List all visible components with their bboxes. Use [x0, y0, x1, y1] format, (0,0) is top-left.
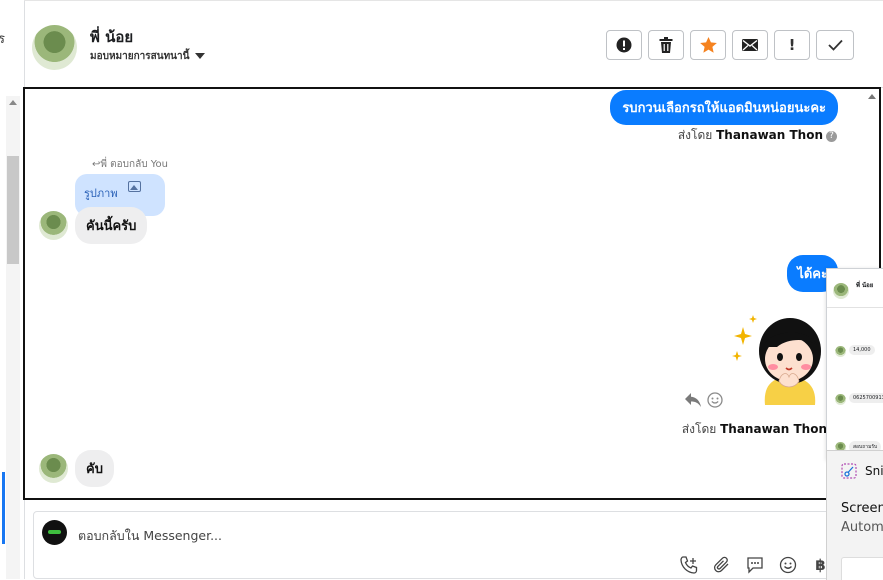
sidebar-scroll-thumb[interactable]: [7, 156, 19, 264]
assign-conversation-dropdown[interactable]: มอบหมายการสนทนานี้: [90, 49, 206, 64]
incoming-message[interactable]: คับ: [75, 450, 114, 487]
sidebar-scrollbar[interactable]: [6, 96, 20, 579]
saved-reply-icon[interactable]: [745, 555, 764, 574]
mini-message: 14,000: [849, 345, 875, 355]
outgoing-message[interactable]: รบกวนเลือกรถให้แอดมินหน่อยนะคะ: [610, 90, 838, 125]
screenshot-preview-popup[interactable]: พี่ น้อย 14,000 0625700913 สอบถามรับ: [826, 268, 883, 460]
alert-circle-icon: [616, 37, 632, 53]
star-button[interactable]: [690, 30, 726, 60]
incoming-message[interactable]: คันนี้ครับ: [75, 207, 148, 244]
caret-down-icon: [195, 53, 206, 59]
sent-by-prefix: ส่งโดย: [681, 422, 717, 436]
contact-name[interactable]: พี่ น้อย: [90, 25, 133, 49]
trash-icon: [659, 37, 673, 53]
star-icon: [699, 37, 717, 53]
notification-subtext: Automatically saved to screenshots folde…: [841, 520, 883, 535]
conversation-toolbar: !: [606, 30, 854, 60]
message-composer[interactable]: ตอบกลับใน Messenger... ฿: [33, 511, 883, 579]
conversation-header: พี่ น้อย มอบหมายการสนทนานี้ !: [24, 0, 883, 88]
reply-input[interactable]: ตอบกลับใน Messenger...: [78, 526, 222, 546]
reply-icon[interactable]: [685, 393, 701, 407]
help-circle-icon[interactable]: ?: [826, 131, 837, 142]
sent-by-prefix: ส่งโดย: [677, 128, 713, 142]
notification-message: Screenshot copied to clipboard: [841, 501, 883, 516]
contact-avatar-small[interactable]: [39, 211, 68, 240]
selected-conversation-indicator: [2, 472, 5, 544]
contact-avatar[interactable]: [32, 25, 77, 70]
sent-by-label: ส่งโดย Thanawan Thon?: [678, 126, 837, 145]
notification-action-button[interactable]: [841, 557, 883, 580]
sparkle-icon: [732, 315, 757, 361]
message-thread[interactable]: รบกวนเลือกรถให้แอดมินหน่อยนะคะ ส่งโดย Th…: [23, 87, 881, 500]
composer-toolbar: ฿: [679, 555, 830, 574]
left-sidebar: ร: [0, 0, 25, 579]
girl-sticker-image[interactable]: [729, 307, 829, 407]
phone-add-icon[interactable]: [679, 555, 698, 574]
mini-header: พี่ น้อย: [827, 269, 883, 308]
emoji-icon[interactable]: [778, 555, 797, 574]
envelope-icon: [742, 39, 758, 51]
reply-card-label: รูปภาพ: [84, 187, 118, 200]
assign-label: มอบหมายการสนทนานี้: [90, 51, 190, 62]
sender-name: Thanawan Thon: [716, 128, 823, 142]
delete-button[interactable]: [648, 30, 684, 60]
scissors-icon: [841, 463, 857, 479]
mark-done-button[interactable]: [816, 30, 854, 60]
mini-avatar: [835, 346, 846, 357]
reply-note-text: พี่ ตอบกลับ You: [100, 159, 168, 170]
snipping-tool-notification[interactable]: Snipping Tool Screenshot copied to clipb…: [826, 450, 883, 580]
reply-context-note: ↩พี่ ตอบกลับ You: [92, 157, 168, 172]
message-actions: [685, 392, 723, 408]
spam-button[interactable]: !: [774, 30, 810, 60]
mini-avatar: [833, 283, 849, 299]
image-icon: [128, 181, 141, 192]
exclamation-icon: !: [788, 36, 796, 54]
check-icon: [827, 39, 843, 51]
emoji-react-icon[interactable]: [707, 392, 723, 408]
notification-title: Snipping Tool: [865, 464, 883, 478]
mini-avatar: [835, 394, 846, 405]
sender-name: Thanawan Thon: [720, 422, 827, 436]
sent-by-label: ส่งโดย Thanawan Thon: [682, 420, 827, 439]
scroll-up-arrow-icon[interactable]: [868, 94, 876, 99]
page-avatar: [42, 520, 67, 545]
contact-avatar-small[interactable]: [39, 454, 68, 483]
scroll-up-arrow-icon[interactable]: [9, 100, 17, 105]
mini-contact-name: พี่ น้อย: [856, 282, 874, 289]
report-button[interactable]: [606, 30, 642, 60]
attachment-icon[interactable]: [712, 555, 731, 574]
mark-unread-button[interactable]: [732, 30, 768, 60]
sidebar-clipped-text: ร: [0, 32, 5, 47]
mini-message: 0625700913: [849, 393, 883, 403]
